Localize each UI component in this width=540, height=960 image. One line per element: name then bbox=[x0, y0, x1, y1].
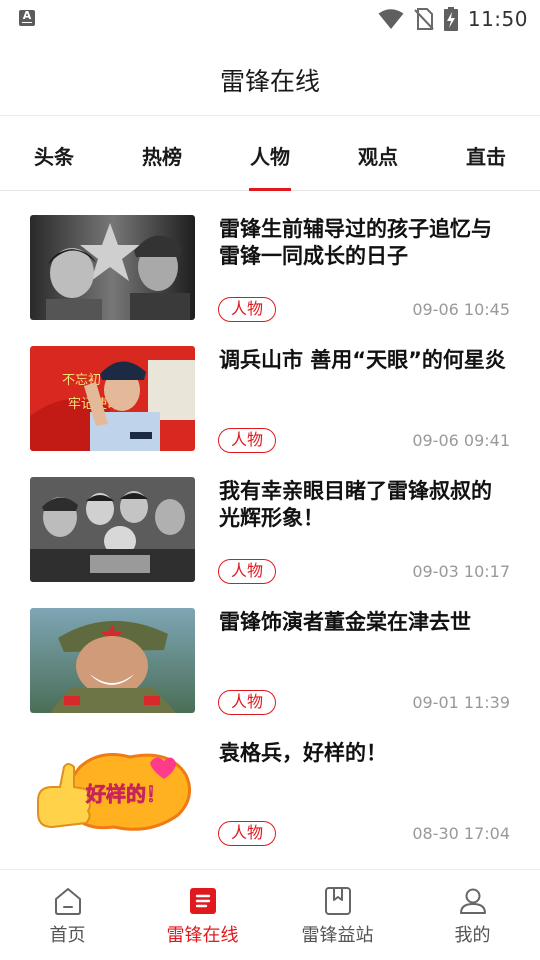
category-tag: 人物 bbox=[218, 428, 276, 453]
tab-live[interactable]: 直击 bbox=[432, 117, 540, 191]
text-a-icon: A bbox=[19, 9, 35, 26]
status-bar: A 11:50 bbox=[0, 0, 540, 38]
news-thumbnail bbox=[30, 215, 195, 320]
news-item[interactable]: 雷锋生前辅导过的孩子追忆与雷锋一同成长的日子 人物 09-06 10:45 bbox=[0, 192, 540, 323]
bottom-nav: 首页 雷锋在线 雷锋益站 我的 bbox=[0, 869, 540, 960]
news-thumbnail bbox=[30, 477, 195, 582]
news-thumbnail: 好样的！ bbox=[30, 739, 195, 844]
nav-leifeng-online[interactable]: 雷锋在线 bbox=[135, 870, 270, 960]
news-item[interactable]: 我有幸亲眼目睹了雷锋叔叔的光辉形象！ 人物 09-03 10:17 bbox=[0, 454, 540, 585]
battery-charging-icon bbox=[443, 7, 458, 31]
news-thumbnail: 不忘初 牢记使命 bbox=[30, 346, 195, 451]
bookmark-book-icon bbox=[325, 887, 351, 915]
news-item[interactable]: 好样的！ 袁格兵，好样的！ 人物 08-30 17:04 bbox=[0, 716, 540, 847]
nav-home[interactable]: 首页 bbox=[0, 870, 135, 960]
nav-leifeng-station[interactable]: 雷锋益站 bbox=[270, 870, 405, 960]
tab-headlines[interactable]: 头条 bbox=[0, 117, 108, 191]
news-thumbnail bbox=[30, 608, 195, 713]
publish-time: 08-30 17:04 bbox=[412, 824, 510, 843]
tab-people[interactable]: 人物 bbox=[216, 117, 324, 191]
publish-time: 09-03 10:17 bbox=[412, 562, 510, 581]
status-time: 11:50 bbox=[467, 7, 528, 31]
news-title: 调兵山市 善用“天眼”的何星炎 bbox=[219, 348, 506, 372]
publish-time: 09-01 11:39 bbox=[412, 693, 510, 712]
nav-mine[interactable]: 我的 bbox=[405, 870, 540, 960]
news-title: 袁格兵，好样的！ bbox=[219, 741, 387, 765]
status-icons: 11:50 bbox=[378, 6, 528, 32]
news-item[interactable]: 雷锋饰演者董金棠在津去世 人物 09-01 11:39 bbox=[0, 585, 540, 716]
category-tabs: 头条 热榜 人物 观点 直击 bbox=[0, 117, 540, 191]
page-title: 雷锋在线 bbox=[219, 67, 320, 96]
news-item[interactable]: 不忘初 牢记使命 调兵山市 善用“天眼”的何星炎 人物 09-06 09:41 bbox=[0, 323, 540, 454]
publish-time: 09-06 09:41 bbox=[412, 431, 510, 450]
nav-label: 首页 bbox=[49, 925, 86, 946]
nav-label: 雷锋益站 bbox=[301, 925, 374, 946]
nav-label: 雷锋在线 bbox=[166, 925, 239, 946]
title-bar: 雷锋在线 bbox=[0, 38, 540, 116]
home-icon bbox=[55, 888, 81, 915]
active-tab-indicator bbox=[249, 188, 291, 191]
tab-label: 观点 bbox=[358, 145, 398, 169]
no-sim-icon bbox=[414, 8, 434, 30]
user-icon bbox=[460, 888, 486, 914]
tab-label: 头条 bbox=[34, 145, 74, 169]
category-tag: 人物 bbox=[218, 821, 276, 846]
nav-label: 我的 bbox=[454, 925, 491, 946]
tab-hot-list[interactable]: 热榜 bbox=[108, 117, 216, 191]
tab-label: 人物 bbox=[250, 145, 290, 169]
category-tag: 人物 bbox=[218, 690, 276, 715]
news-title: 我有幸亲眼目睹了雷锋叔叔的光辉形象！ bbox=[219, 479, 492, 530]
thumb-badge-text: 好样的！ bbox=[85, 782, 166, 806]
wifi-icon bbox=[378, 9, 404, 29]
category-tag: 人物 bbox=[218, 559, 276, 584]
tab-label: 直击 bbox=[466, 145, 506, 169]
news-title: 雷锋饰演者董金棠在津去世 bbox=[219, 610, 471, 634]
tab-label: 热榜 bbox=[142, 145, 182, 169]
list-doc-icon bbox=[190, 888, 216, 914]
tab-opinion[interactable]: 观点 bbox=[324, 117, 432, 191]
category-tag: 人物 bbox=[218, 297, 276, 322]
publish-time: 09-06 10:45 bbox=[412, 300, 510, 319]
news-title: 雷锋生前辅导过的孩子追忆与雷锋一同成长的日子 bbox=[219, 217, 492, 268]
